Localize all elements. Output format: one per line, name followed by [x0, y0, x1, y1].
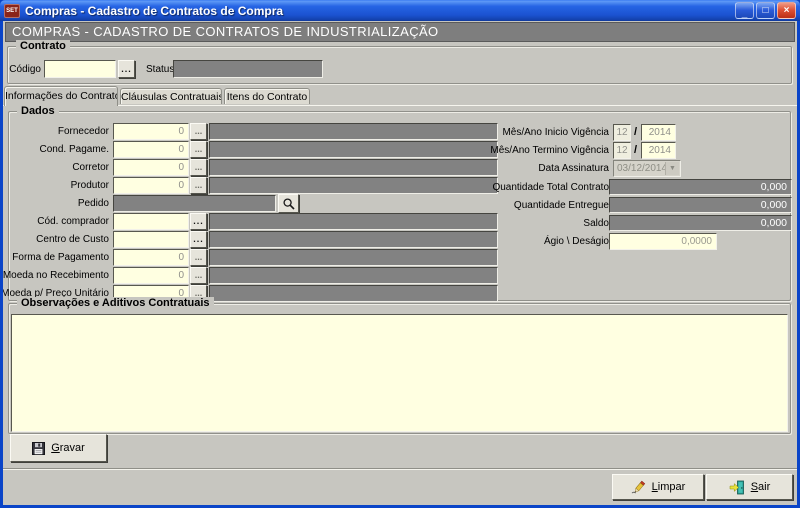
limpar-button-label: Limpar: [652, 481, 686, 493]
quantidade-entregue-label: Quantidade Entregue: [514, 200, 609, 211]
tab-itens-do-contrato[interactable]: Itens do Contrato: [224, 88, 310, 104]
title-bar: SET Compras - Cadastro de Contratos de C…: [0, 0, 800, 21]
app-icon: SET: [4, 4, 20, 18]
termino-ano-input[interactable]: [641, 142, 676, 159]
agio-desagio-label: Ágio \ Deságio: [544, 236, 609, 247]
row-quantidade-total: Quantidade Total Contrato 0,000: [9, 179, 790, 197]
minimize-button[interactable]: _: [735, 2, 754, 19]
tab-clausulas-contratuais[interactable]: Cláusulas Contratuais: [120, 88, 222, 104]
saldo-label: Saldo: [583, 218, 609, 229]
termino-mes-input[interactable]: [613, 142, 631, 159]
forma-de-pagamento-lookup-button[interactable]: ...: [190, 249, 207, 266]
moeda-no-recebimento-code-input[interactable]: [113, 267, 189, 284]
forma-de-pagamento-description-field: [209, 249, 498, 266]
row-forma-de-pagamento: Forma de Pagamento ...: [9, 249, 790, 267]
forma-de-pagamento-label: Forma de Pagamento: [12, 252, 109, 263]
exit-icon: [729, 480, 745, 495]
sair-button-label: Sair: [751, 481, 771, 493]
observacoes-group-label: Observações e Aditivos Contratuais: [17, 297, 214, 309]
forma-de-pagamento-code-input[interactable]: [113, 249, 189, 266]
dados-group: Dados Fornecedor ... Cond. Pagame. ... C…: [8, 111, 791, 301]
save-icon: [32, 442, 45, 455]
row-moeda-no-recebimento: Moeda no Recebimento ...: [9, 267, 790, 285]
moeda-preco-unitario-description-field: [209, 285, 498, 302]
observacoes-textarea[interactable]: [11, 314, 788, 432]
codigo-input[interactable]: [44, 60, 116, 78]
observacoes-group: Observações e Aditivos Contratuais: [8, 303, 791, 434]
form-client-area: COMPRAS - CADASTRO DE CONTRATOS DE INDUS…: [3, 21, 797, 505]
close-button[interactable]: ×: [777, 2, 796, 19]
gravar-button-label: Gravar: [51, 442, 85, 454]
bottom-button-panel: Limpar Sair: [3, 470, 797, 505]
status-label: Status: [146, 64, 174, 75]
gravar-button[interactable]: Gravar: [10, 434, 107, 462]
moeda-no-recebimento-lookup-button[interactable]: ...: [190, 267, 207, 284]
row-termino-vigencia: Mês/Ano Termino Vigência /: [9, 142, 790, 160]
inicio-mes-input[interactable]: [613, 124, 631, 141]
row-data-assinatura: Data Assinatura 03/12/2014 ▼: [9, 160, 790, 178]
window-title: Compras - Cadastro de Contratos de Compr…: [25, 4, 735, 18]
dropdown-arrow-icon: ▼: [665, 162, 679, 175]
quantidade-total-field: 0,000: [609, 179, 792, 195]
tab-page: Dados Fornecedor ... Cond. Pagame. ... C…: [3, 105, 797, 469]
contrato-group-label: Contrato: [16, 40, 70, 52]
moeda-no-recebimento-label: Moeda no Recebimento: [3, 270, 109, 281]
dados-group-label: Dados: [17, 105, 59, 117]
contrato-group: Contrato Código ... Status: [7, 46, 792, 84]
clear-icon: [631, 480, 646, 495]
codigo-label: Código: [9, 64, 41, 75]
status-field: [173, 60, 323, 78]
termino-date-separator: /: [634, 144, 637, 156]
quantidade-total-label: Quantidade Total Contrato: [492, 182, 609, 193]
data-assinatura-label: Data Assinatura: [538, 163, 609, 174]
sair-button[interactable]: Sair: [706, 474, 793, 500]
close-icon: ×: [784, 6, 790, 16]
limpar-button[interactable]: Limpar: [612, 474, 704, 500]
termino-vigencia-label: Mês/Ano Termino Vigência: [490, 145, 609, 156]
codigo-lookup-button[interactable]: ...: [118, 60, 135, 78]
tab-informacoes-do-contrato[interactable]: Informações do Contrato: [4, 86, 118, 106]
row-saldo: Saldo 0,000: [9, 215, 790, 233]
inicio-date-separator: /: [634, 126, 637, 138]
maximize-icon: □: [762, 6, 768, 16]
quantidade-entregue-field: 0,000: [609, 197, 792, 213]
agio-desagio-input[interactable]: [609, 233, 717, 250]
inicio-vigencia-label: Mês/Ano Inicio Vigência: [502, 127, 609, 138]
row-quantidade-entregue: Quantidade Entregue 0,000: [9, 197, 790, 215]
window-controls: _ □ ×: [735, 2, 796, 19]
app-window: SET Compras - Cadastro de Contratos de C…: [0, 0, 800, 508]
row-inicio-vigencia: Mês/Ano Inicio Vigência /: [9, 124, 790, 142]
maximize-button[interactable]: □: [756, 2, 775, 19]
inicio-ano-input[interactable]: [641, 124, 676, 141]
row-agio-desagio: Ágio \ Deságio: [9, 233, 790, 251]
data-assinatura-combobox: 03/12/2014 ▼: [613, 160, 681, 177]
data-assinatura-value: 03/12/2014: [617, 163, 667, 174]
form-header: COMPRAS - CADASTRO DE CONTRATOS DE INDUS…: [5, 22, 795, 42]
minimize-icon: _: [742, 9, 748, 19]
saldo-field: 0,000: [609, 215, 792, 231]
moeda-no-recebimento-description-field: [209, 267, 498, 284]
